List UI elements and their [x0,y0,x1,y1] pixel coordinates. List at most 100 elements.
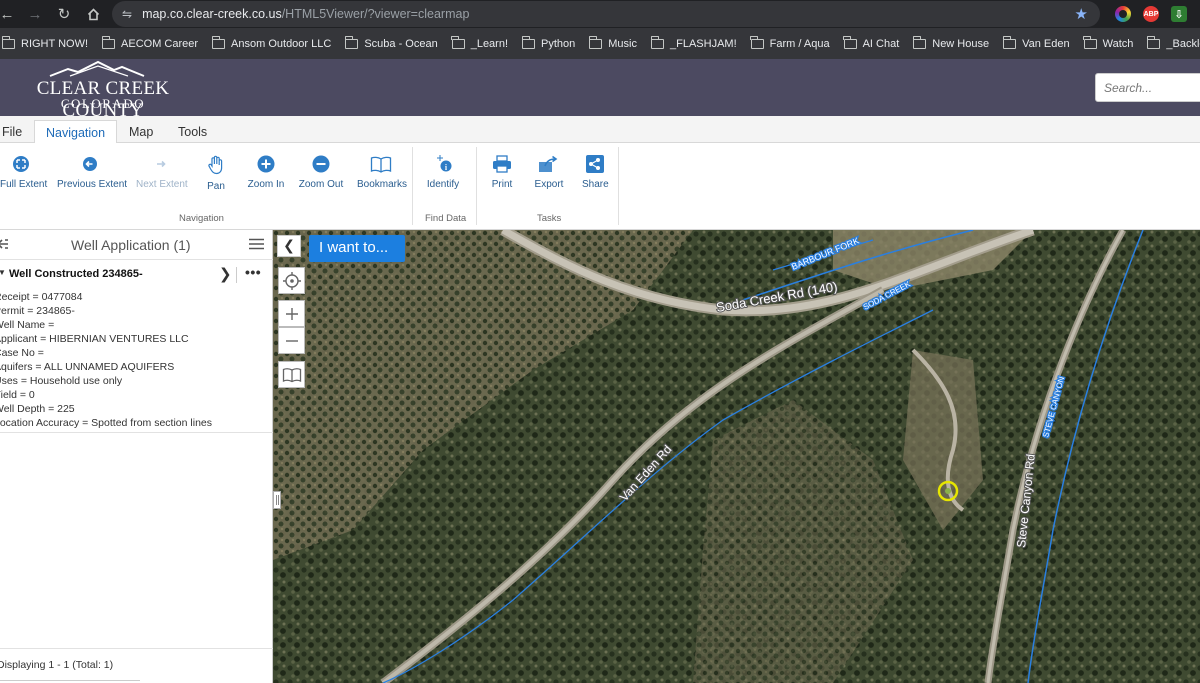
forward-arrow-icon[interactable]: → [14,0,56,28]
plus-icon [285,307,298,320]
folder-icon [1083,35,1097,49]
mountain-logo-icon [49,60,145,77]
bookmark-label: AECOM Career [121,37,199,50]
attribute-row: Yield = 0 [0,389,35,401]
bookmark-item[interactable]: Python [521,35,576,50]
map-view[interactable]: BARBOUR FORK Soda Creek Rd (140) SODA CR… [273,230,1200,683]
folder-icon [451,35,465,49]
identify-button[interactable]: i Identify [425,155,461,190]
collapse-caret-icon[interactable]: ▼ [0,268,6,277]
share-button[interactable]: Share [582,155,609,190]
folder-icon [912,35,927,49]
folder-icon [843,35,857,49]
bookmark-item[interactable]: Watch [1083,35,1133,50]
url-path: /HTML5Viewer/?viewer=clearmap [281,7,470,21]
bookmark-item[interactable]: New House [912,35,989,50]
zoom-in-icon [257,155,275,173]
pan-label: Pan [207,181,225,192]
bookmark-item[interactable]: Music [588,35,637,50]
home-icon[interactable] [72,0,114,28]
download-icon[interactable]: ⇩ [1171,6,1187,22]
map-zoom-out-button[interactable] [278,327,305,354]
reload-icon[interactable]: ↻ [56,0,72,28]
bookmark-star-icon[interactable]: ★ [1075,5,1088,23]
bookmark-item[interactable]: Van Eden [1002,35,1070,50]
bookmark-item[interactable]: RIGHT NOW! [1,35,88,50]
bookmarks-label: Bookmarks [357,179,408,190]
color-circle-icon[interactable] [1115,6,1131,22]
navigation-group-label: Navigation [179,213,224,224]
bookmark-label: _Backlog [1166,37,1200,50]
pan-hand-icon [208,155,223,175]
attribute-row: Receipt = 0477084 [0,291,83,303]
pan-button[interactable]: Pan [203,155,229,192]
url-host: map.co.clear-creek.co.us [142,7,282,21]
tab-navigation[interactable]: Navigation [34,120,118,144]
hamburger-menu-icon[interactable] [249,238,264,250]
folder-icon [1146,35,1161,49]
well-point [945,488,951,494]
folder-icon [588,35,603,49]
chevron-right-icon[interactable]: ❯ [219,265,232,283]
aerial-imagery[interactable]: BARBOUR FORK Soda Creek Rd (140) SODA CR… [273,230,1200,683]
print-button[interactable]: Print [490,155,514,190]
bookmark-item[interactable]: Farm / Aqua [750,35,830,50]
county-logo[interactable]: CLEAR CREEK COUNTY COLORADO [0,59,208,121]
export-icon [539,155,558,172]
minus-icon [285,339,298,342]
i-want-to-button[interactable]: I want to... [309,235,405,262]
bookmark-label: Van Eden [1022,37,1070,50]
tasks-group-label: Tasks [537,213,562,224]
bookmarks-icon [370,156,392,173]
bookmark-item[interactable]: _FLASHJAM! [650,35,737,50]
bookmarks-button[interactable]: Bookmarks [357,155,408,190]
folder-icon [650,35,664,49]
back-arrow-icon[interactable]: ← [0,0,15,28]
search-input[interactable]: Search... [1095,73,1200,102]
feature-header[interactable]: ▼ Well Constructed 234865- ❯ ••• [0,263,273,285]
full-extent-label: Full Extent [0,179,48,190]
print-icon [493,155,511,173]
ribbon-separator [476,147,477,225]
bookmark-item[interactable]: Ansom Outdoor LLC [211,35,331,50]
tab-tools[interactable]: Tools [178,120,207,144]
tab-map[interactable]: Map [129,120,153,144]
attribute-row: Aquifers = ALL UNNAMED AQUIFERS [0,361,175,373]
bookmark-item[interactable]: Scuba - Ocean [344,35,438,50]
more-options-icon[interactable]: ••• [245,264,261,280]
crosshair-icon [282,271,301,290]
bookmark-label: Farm / Aqua [769,37,830,50]
attribute-row: Uses = Household use only [0,375,123,387]
zoom-out-button[interactable]: Zoom Out [298,155,344,190]
bookmark-item[interactable]: _Learn! [451,35,509,50]
adblock-icon[interactable]: ABP [1143,6,1159,22]
collapse-panel-button[interactable]: ❮ [277,235,301,257]
address-bar[interactable]: ⇋ map.co.clear-creek.co.us/HTML5Viewer/?… [112,1,1100,27]
results-panel: Well Application (1) ▼ Well Constructed … [0,230,273,683]
attribute-row: Permit = 234865- [0,305,75,317]
full-extent-button[interactable]: Full Extent [0,155,47,190]
back-arrow-icon[interactable] [0,236,10,252]
next-extent-button[interactable]: Next Extent [136,155,188,190]
map-bookmarks-button[interactable] [278,361,305,388]
bookmark-item[interactable]: AECOM Career [101,35,199,50]
folder-icon [211,35,226,49]
bookmark-label: _Learn! [470,37,509,50]
attribute-row: Well Name = [0,319,55,331]
bookmark-item[interactable]: AI Chat [843,35,899,50]
result-count: Displaying 1 - 1 (Total: 1) [0,659,114,671]
panel-resize-handle[interactable] [273,491,281,509]
print-label: Print [491,179,513,190]
map-zoom-in-button[interactable] [278,300,305,327]
bookmark-label: Python [541,37,576,50]
divider [0,432,273,433]
locate-button[interactable] [278,267,305,294]
site-settings-icon[interactable]: ⇋ [122,7,132,21]
book-icon [282,367,301,382]
previous-extent-button[interactable]: Previous Extent [57,155,127,190]
export-button[interactable]: Export [534,155,564,190]
zoom-in-button[interactable]: Zoom In [246,155,286,190]
bookmark-item[interactable]: _Backlog [1146,35,1200,50]
share-icon [586,155,604,173]
tab-file[interactable]: File [2,120,22,144]
